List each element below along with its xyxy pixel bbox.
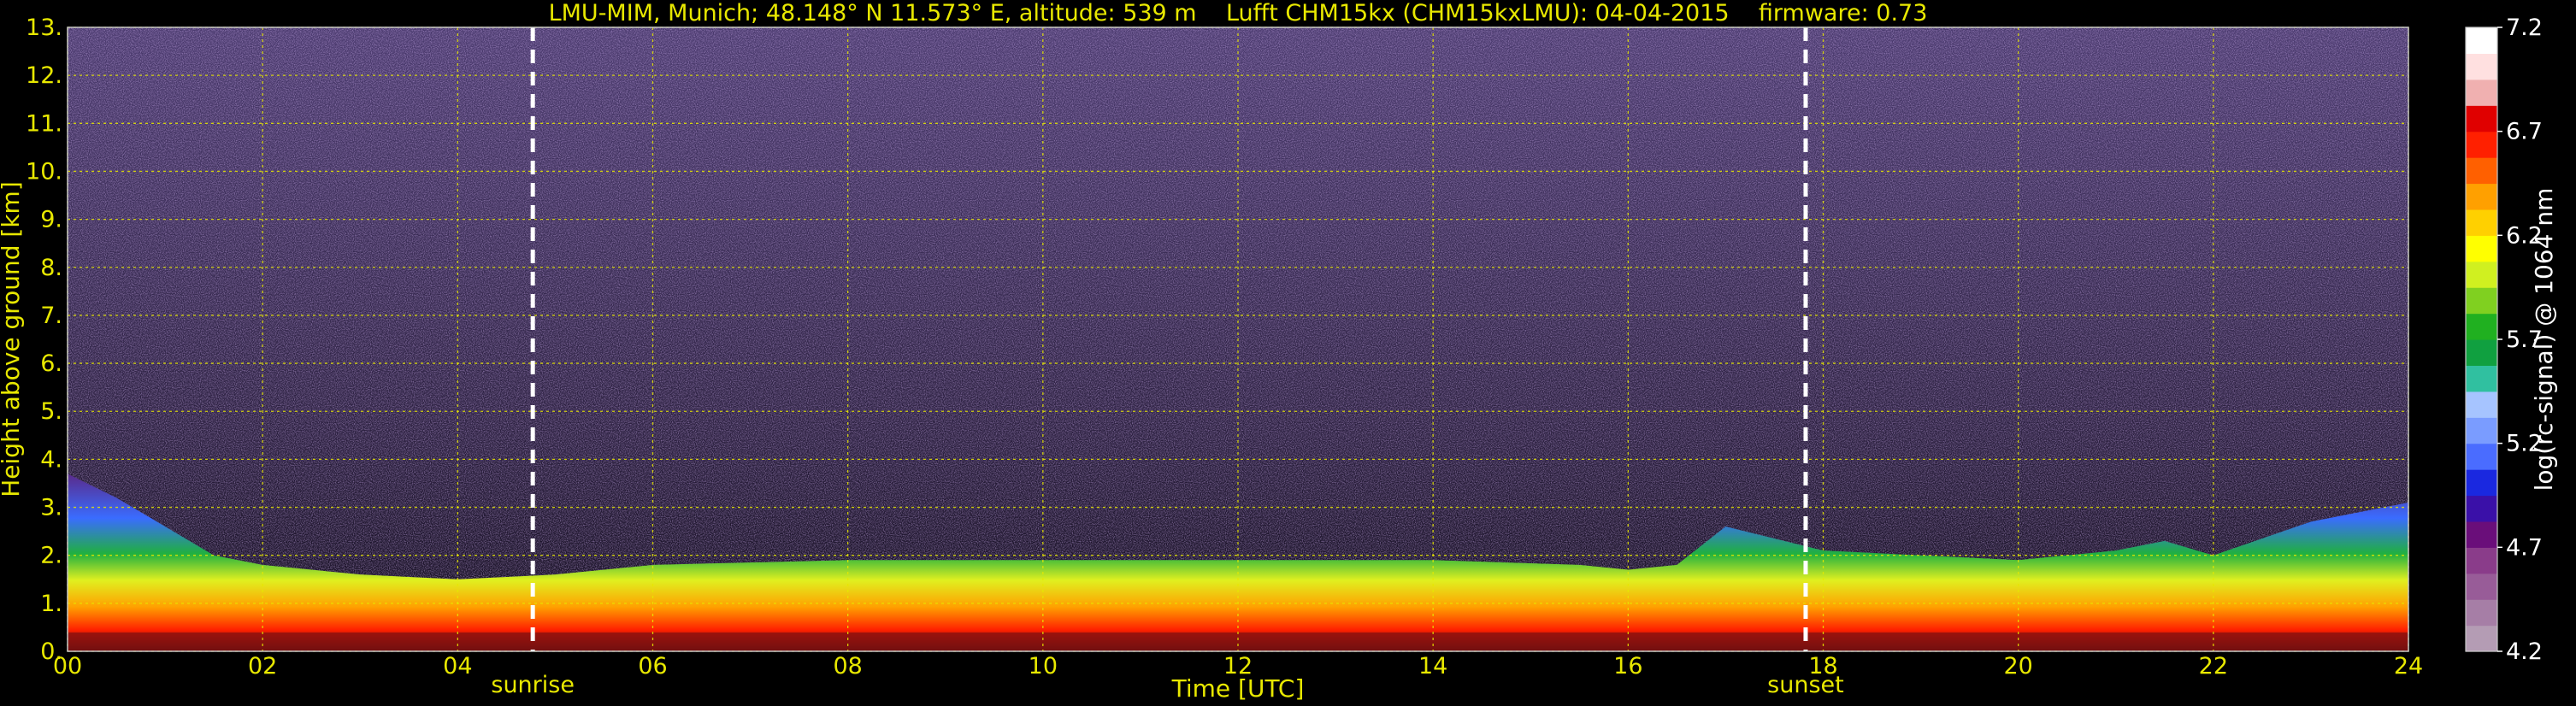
y-tick-label: 11.: [26, 110, 62, 137]
colorbar-label: log(rc-signal) @ 1064 nm: [2530, 188, 2558, 491]
y-tick-label: 4.: [40, 446, 62, 473]
y-tick-label: 2.: [40, 543, 62, 569]
colorbar-segment: [2466, 261, 2497, 288]
colorbar-segment: [2466, 365, 2497, 392]
colorbar-segment: [2466, 209, 2497, 236]
y-tick-label: 3.: [40, 495, 62, 521]
x-tick-label: 22: [2199, 653, 2228, 680]
colorbar-tick-label: 4.7: [2506, 534, 2543, 561]
colorbar-tick-label: 4.2: [2506, 638, 2543, 665]
colorbar-tick-label: 6.7: [2506, 119, 2543, 145]
colorbar-segment: [2466, 573, 2497, 600]
lidar-chart: LMU-MIM, Munich; 48.148° N 11.573° E, al…: [0, 0, 2558, 703]
colorbar-segment: [2466, 599, 2497, 627]
colorbar-segment: [2466, 313, 2497, 340]
x-tick-label: 02: [248, 653, 277, 680]
colorbar: [2465, 26, 2498, 652]
colorbar-segment: [2466, 469, 2497, 497]
sunrise-label: sunrise: [491, 672, 575, 698]
colorbar-segment: [2466, 443, 2497, 470]
y-tick-label: 13.: [26, 15, 62, 41]
colorbar-segment: [2466, 131, 2497, 158]
x-tick-label: 06: [638, 653, 667, 680]
colorbar-segment: [2466, 495, 2497, 522]
colorbar-segment: [2466, 547, 2497, 574]
x-axis-label: Time [UTC]: [1171, 674, 1305, 703]
colorbar-tick-label: 7.2: [2506, 15, 2543, 41]
y-tick-label: 10.: [26, 158, 62, 185]
y-axis-ticks: 0.1.2.3.4.5.6.7.8.9.10.11.12.13.: [26, 15, 62, 665]
colorbar-segment: [2466, 339, 2497, 367]
colorbar-segment: [2466, 27, 2497, 55]
sunset-label: sunset: [1767, 672, 1844, 698]
y-tick-label: 8.: [40, 255, 62, 281]
colorbar-segment: [2466, 235, 2497, 262]
colorbar-segment: [2466, 521, 2497, 548]
x-tick-label: 10: [1029, 653, 1058, 680]
y-tick-label: 7.: [40, 303, 62, 329]
y-tick-label: 9.: [40, 207, 62, 233]
x-tick-label: 24: [2394, 653, 2423, 680]
colorbar-segment: [2466, 53, 2497, 80]
surface-band: [68, 632, 2408, 651]
colorbar-segment: [2466, 417, 2497, 444]
colorbar-segment: [2466, 105, 2497, 132]
x-tick-label: 20: [2003, 653, 2032, 680]
y-tick-label: 5.: [40, 398, 62, 425]
x-tick-label: 04: [443, 653, 472, 680]
colorbar-segment: [2466, 183, 2497, 210]
x-tick-label: 00: [53, 653, 82, 680]
colorbar-segment: [2466, 625, 2497, 652]
colorbar-segment: [2466, 287, 2497, 315]
y-tick-label: 12.: [26, 62, 62, 89]
x-tick-label: 16: [1613, 653, 1642, 680]
colorbar-segment: [2466, 157, 2497, 185]
plot-area: [67, 26, 2409, 652]
y-tick-label: 1.: [40, 591, 62, 617]
y-axis-label: Height above ground [km]: [0, 181, 25, 497]
x-tick-label: 08: [833, 653, 862, 680]
chart-title: LMU-MIM, Munich; 48.148° N 11.573° E, al…: [549, 0, 1928, 26]
y-tick-label: 6.: [40, 350, 62, 377]
colorbar-segment: [2466, 391, 2497, 418]
x-tick-label: 14: [1418, 653, 1447, 680]
colorbar-segment: [2466, 79, 2497, 106]
